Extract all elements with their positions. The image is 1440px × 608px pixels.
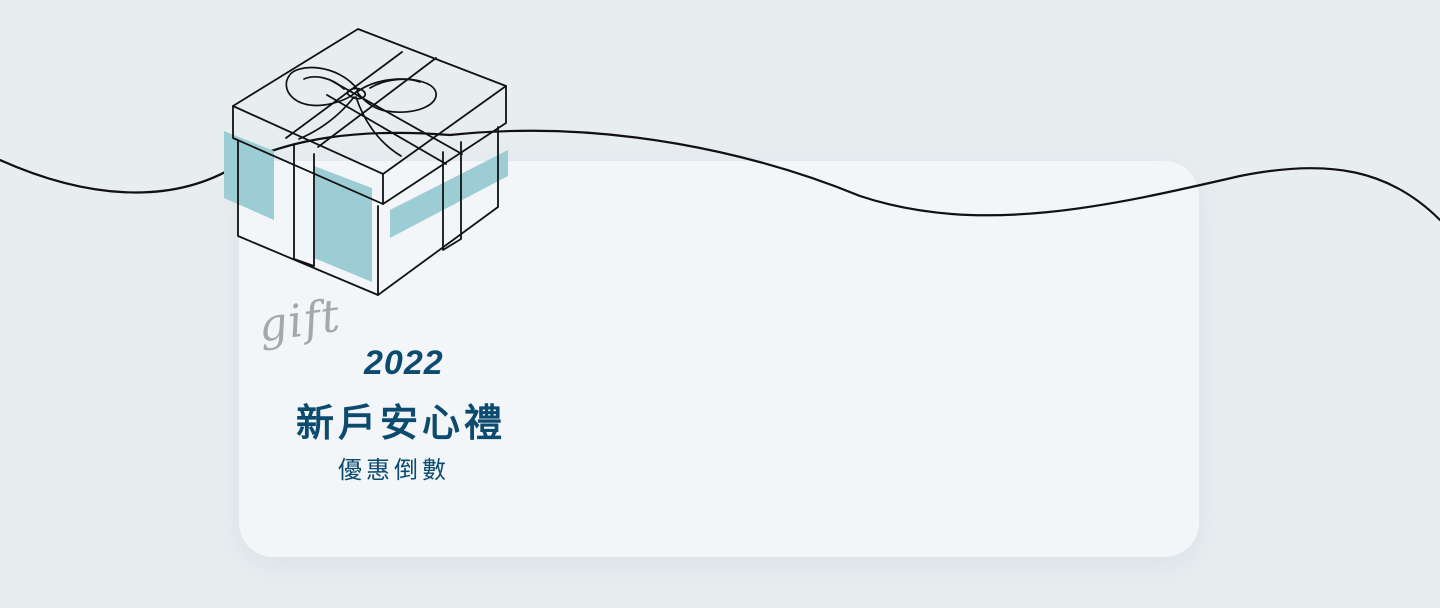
promo-year: 2022 (364, 344, 444, 382)
promo-title: 新戶安心禮 (296, 401, 507, 445)
gift-script-word: gift (255, 288, 344, 353)
ribbon-bow-icon (285, 66, 437, 157)
gift-box-icon (224, 28, 508, 296)
promo-subtitle: 優惠倒數 (338, 456, 450, 484)
